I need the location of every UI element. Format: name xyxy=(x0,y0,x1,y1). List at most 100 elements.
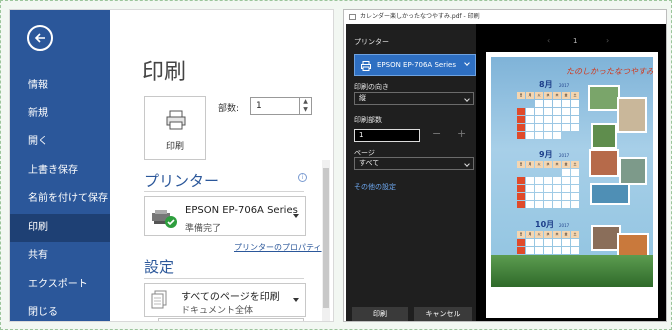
settings-section-title: 設定 xyxy=(144,258,175,276)
day-cell xyxy=(526,247,534,254)
print-range-value: すべてのページを印刷 xyxy=(181,292,280,303)
nav-item-print[interactable]: 印刷 xyxy=(10,214,110,242)
day-cell xyxy=(562,193,570,200)
print-pane: 印刷 印刷 部数: 1 ▲ ▼ プリンター i EPSON EP-706A Se… xyxy=(110,10,333,321)
info-icon[interactable]: i xyxy=(298,173,307,182)
word-backstage: 情報 新規 開く 上書き保存 名前を付けて保存 印刷 共有 エクスポート 閉じる… xyxy=(9,9,334,322)
nav-item-new[interactable]: 新規 xyxy=(10,100,110,128)
day-cell xyxy=(562,239,570,246)
weekday-cell: 水 xyxy=(544,161,552,168)
dialog-cancel-button[interactable]: キャンセル xyxy=(414,307,472,321)
next-setting-dropdown[interactable] xyxy=(158,318,304,321)
day-cell xyxy=(571,116,579,123)
nav-item-close[interactable]: 閉じる xyxy=(10,299,110,321)
print-button[interactable]: 印刷 xyxy=(144,96,206,160)
nav-item-save[interactable]: 上書き保存 xyxy=(10,157,110,185)
day-cell xyxy=(517,201,525,208)
day-cell xyxy=(553,100,561,107)
pages-select[interactable]: すべて xyxy=(354,157,474,170)
day-cell xyxy=(553,124,561,131)
print-range-dropdown[interactable]: すべてのページを印刷 ドキュメント全体 xyxy=(144,283,306,317)
more-settings-link[interactable]: その他の設定 xyxy=(354,182,396,192)
printer-select[interactable]: EPSON EP-706A Series xyxy=(354,54,476,76)
month-grid: 日月火水木金土 xyxy=(517,92,579,140)
day-cell xyxy=(535,239,543,246)
day-cell xyxy=(571,185,579,192)
day-cell xyxy=(544,100,552,107)
dialog-print-button[interactable]: 印刷 xyxy=(352,307,408,321)
weekday-cell: 土 xyxy=(571,92,579,99)
year-label: 2017 xyxy=(559,223,570,228)
day-cell xyxy=(553,239,561,246)
next-page-icon[interactable]: › xyxy=(606,36,609,45)
preview-page: たのしかったなつやすみ 8月 2017 日月火水木金土 9月 2017 日月火水… xyxy=(486,52,658,318)
print-button-label: 印刷 xyxy=(165,142,184,152)
day-cell xyxy=(571,124,579,131)
weekday-cell: 木 xyxy=(553,161,561,168)
day-cell xyxy=(544,116,552,123)
nav-item-share[interactable]: 共有 xyxy=(10,242,110,270)
plus-icon[interactable]: + xyxy=(457,127,466,140)
nav-item-open[interactable]: 開く xyxy=(10,128,110,156)
printer-select-value: EPSON EP-706A Series xyxy=(377,61,456,69)
day-cell xyxy=(571,100,579,107)
empty-day-cell xyxy=(553,169,561,176)
spin-up-icon[interactable]: ▲ xyxy=(300,98,311,106)
photo xyxy=(619,157,647,185)
orientation-select[interactable]: 縦 xyxy=(354,92,474,105)
day-cell xyxy=(553,247,561,254)
page-number: 1 xyxy=(573,37,578,45)
vertical-scrollbar[interactable] xyxy=(322,160,330,321)
weekday-cell: 月 xyxy=(526,231,534,238)
day-cell xyxy=(517,132,525,139)
day-cell xyxy=(517,185,525,192)
day-cell xyxy=(535,193,543,200)
nav-item-save-as[interactable]: 名前を付けて保存 xyxy=(10,185,110,213)
day-cell xyxy=(535,100,543,107)
day-cell xyxy=(517,177,525,184)
day-cell xyxy=(517,247,525,254)
chevron-down-icon xyxy=(293,298,299,302)
day-cell xyxy=(535,201,543,208)
nav-item-info[interactable]: 情報 xyxy=(10,72,110,100)
printer-properties-link[interactable]: プリンターのプロパティ xyxy=(234,242,322,253)
back-arrow-icon xyxy=(34,33,45,43)
spin-down-icon[interactable]: ▼ xyxy=(300,106,311,114)
empty-day-cell xyxy=(544,169,552,176)
scrollbar-thumb[interactable] xyxy=(323,168,329,308)
day-cell xyxy=(553,193,561,200)
day-cell xyxy=(517,108,525,115)
previous-page-icon[interactable]: ‹ xyxy=(547,36,550,45)
day-cell xyxy=(562,108,570,115)
day-cell xyxy=(535,177,543,184)
back-button[interactable] xyxy=(27,25,53,51)
orientation-value: 縦 xyxy=(359,94,366,102)
minus-icon[interactable]: − xyxy=(432,127,441,140)
photo xyxy=(589,149,619,177)
empty-day-cell xyxy=(517,169,525,176)
printer-icon xyxy=(361,61,371,71)
day-cell xyxy=(517,124,525,131)
copies-spinner[interactable]: ▲ ▼ xyxy=(300,97,312,115)
screenshot-frame: 情報 新規 開く 上書き保存 名前を付けて保存 印刷 共有 エクスポート 閉じる… xyxy=(0,0,672,330)
day-cell xyxy=(526,124,534,131)
day-cell xyxy=(553,108,561,115)
copies-input[interactable]: 1 xyxy=(354,129,420,142)
day-cell xyxy=(544,193,552,200)
orientation-label: 印刷の向き xyxy=(354,83,389,91)
copies-label: 印刷部数 xyxy=(354,116,382,124)
page-title: 印刷 xyxy=(142,60,187,85)
printer-dropdown[interactable]: EPSON EP-706A Series 準備完了 xyxy=(144,196,306,236)
photo xyxy=(590,183,630,205)
day-cell xyxy=(553,201,561,208)
day-cell xyxy=(535,247,543,254)
day-cell xyxy=(526,108,534,115)
day-cell xyxy=(571,177,579,184)
day-cell xyxy=(535,116,543,123)
day-cell xyxy=(544,247,552,254)
empty-day-cell xyxy=(526,169,534,176)
nav-item-export[interactable]: エクスポート xyxy=(10,271,110,299)
weekday-cell: 火 xyxy=(535,92,543,99)
day-cell xyxy=(553,177,561,184)
copies-input[interactable]: 1 xyxy=(250,97,300,115)
